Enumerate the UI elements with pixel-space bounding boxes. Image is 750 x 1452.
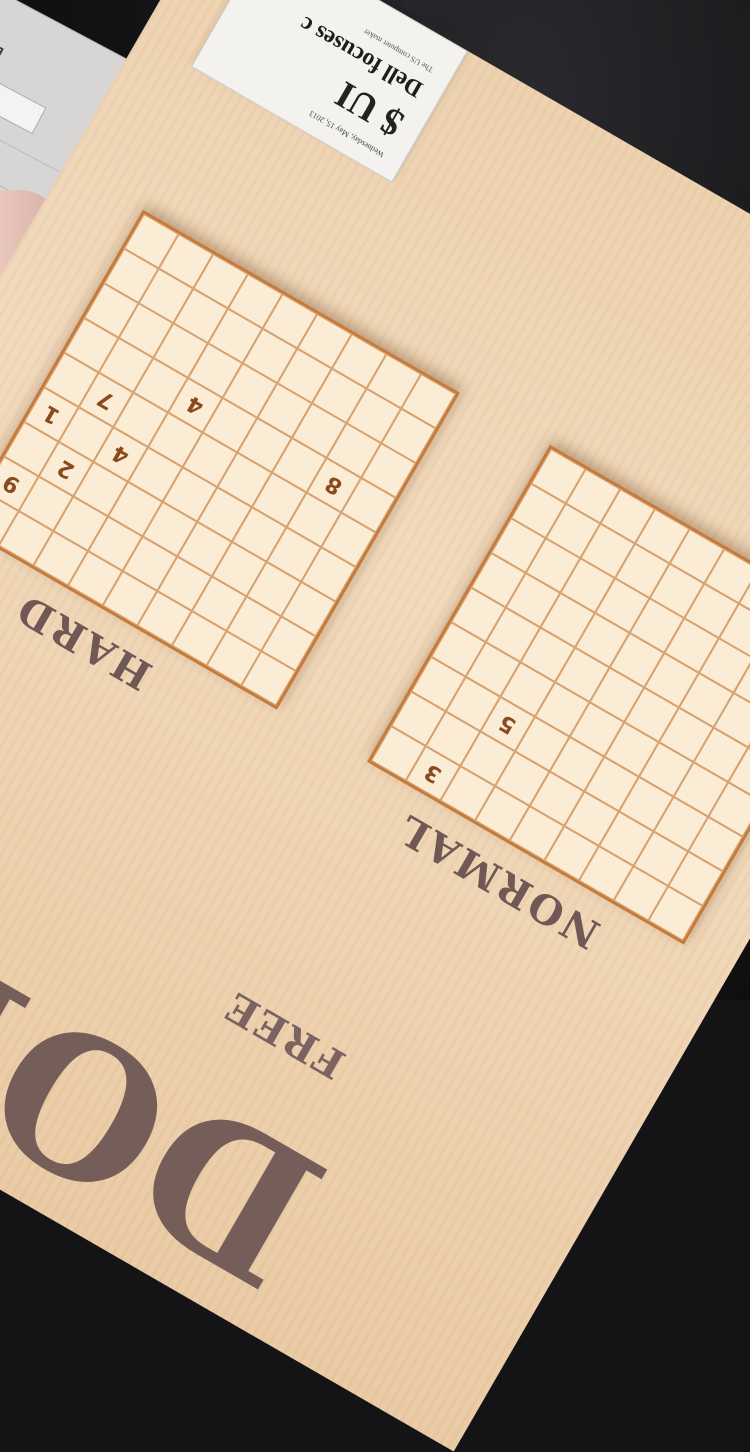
date-field[interactable] — [0, 45, 47, 135]
sudoku-app-screen: Wednesday, May 15, 2013 $ UI Dell focuse… — [0, 0, 750, 1452]
date-label: Date — [0, 23, 8, 68]
